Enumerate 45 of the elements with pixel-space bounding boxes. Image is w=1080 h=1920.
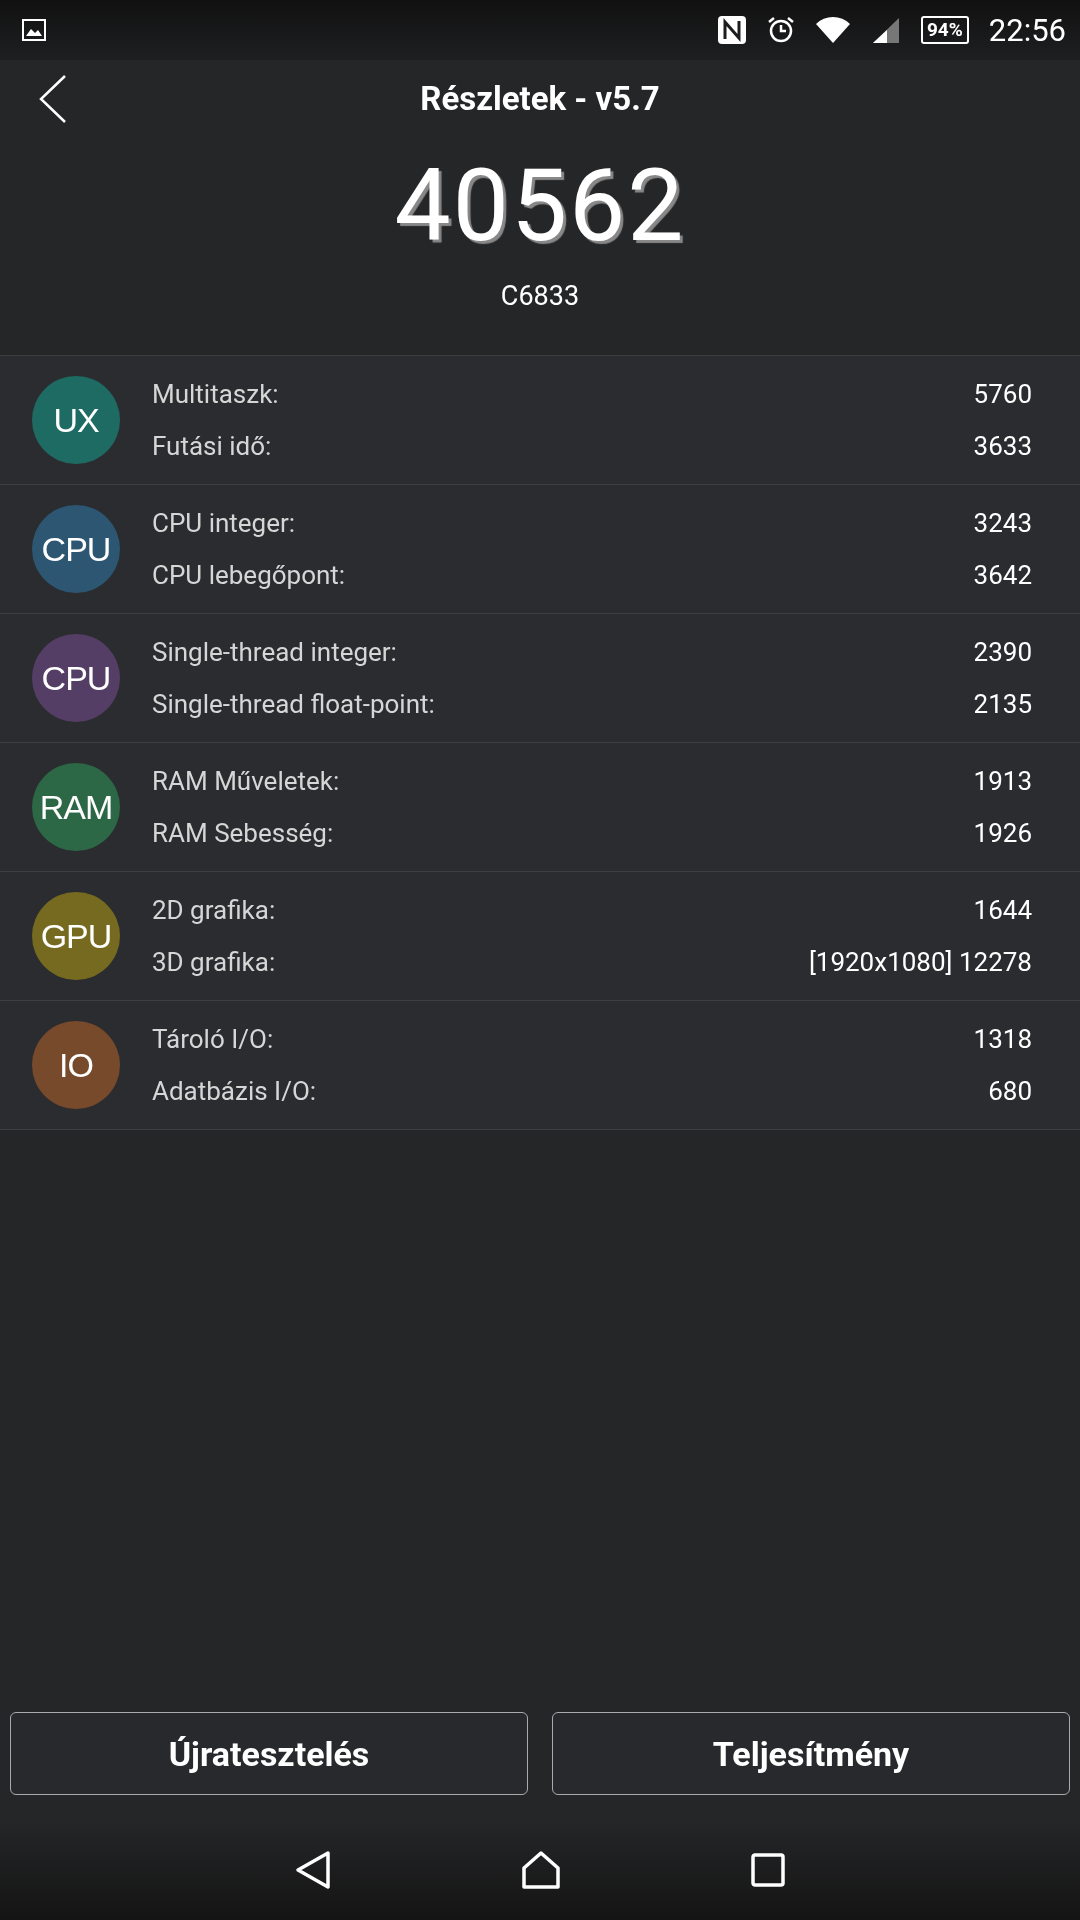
test-label: CPU integer: — [152, 508, 296, 538]
test-score: 1644 — [973, 895, 1032, 925]
test-score: 3642 — [973, 560, 1032, 590]
test-label: RAM Műveletek: — [152, 766, 340, 796]
wifi-icon — [814, 16, 851, 44]
image-notification-icon — [22, 19, 46, 41]
test-score: 2135 — [973, 689, 1032, 719]
test-score: [1920x1080] 12278 — [808, 947, 1032, 977]
clock-time: 22:56 — [988, 11, 1066, 49]
category-badge: RAM — [32, 763, 120, 851]
test-label: Single-thread integer: — [152, 637, 397, 667]
test-score: 1926 — [973, 818, 1032, 848]
battery-indicator: 94% — [920, 16, 969, 44]
test-label: RAM Sebesség: — [152, 818, 334, 848]
test-label: Tároló I/O: — [152, 1024, 274, 1054]
test-score: 3633 — [973, 431, 1032, 461]
test-label: 3D grafika: — [152, 947, 276, 977]
alarm-icon — [766, 16, 795, 44]
category-badge: UX — [32, 376, 120, 464]
back-nav-icon[interactable] — [295, 1850, 331, 1890]
nfc-icon — [716, 15, 747, 45]
home-icon[interactable] — [521, 1850, 561, 1890]
category-badge: CPU — [32, 505, 120, 593]
device-model: C6833 — [500, 280, 580, 312]
test-label: Adatbázis I/O: — [152, 1076, 317, 1106]
category-badge: CPU — [32, 634, 120, 722]
test-score: 3243 — [973, 508, 1032, 538]
test-label: Futási idő: — [152, 431, 272, 461]
category-badge: IO — [32, 1021, 120, 1109]
total-score: 40562 — [394, 146, 686, 266]
test-label: 2D grafika: — [152, 895, 276, 925]
test-label: Single-thread float-point: — [152, 689, 435, 719]
action-button[interactable]: Teljesítmény — [552, 1712, 1070, 1795]
test-label: Multitaszk: — [152, 379, 279, 409]
category-badge: GPU — [32, 892, 120, 980]
test-score: 1318 — [973, 1024, 1032, 1054]
recents-icon[interactable] — [751, 1853, 785, 1887]
action-button[interactable]: Újratesztelés — [10, 1712, 528, 1795]
test-score: 680 — [988, 1076, 1032, 1106]
test-score: 1913 — [973, 766, 1032, 796]
test-score: 2390 — [973, 637, 1032, 667]
back-icon[interactable] — [38, 74, 68, 124]
screen-title: Részletek - v5.7 — [420, 78, 660, 118]
test-label: CPU lebegőpont: — [152, 560, 346, 590]
test-score: 5760 — [973, 379, 1032, 409]
